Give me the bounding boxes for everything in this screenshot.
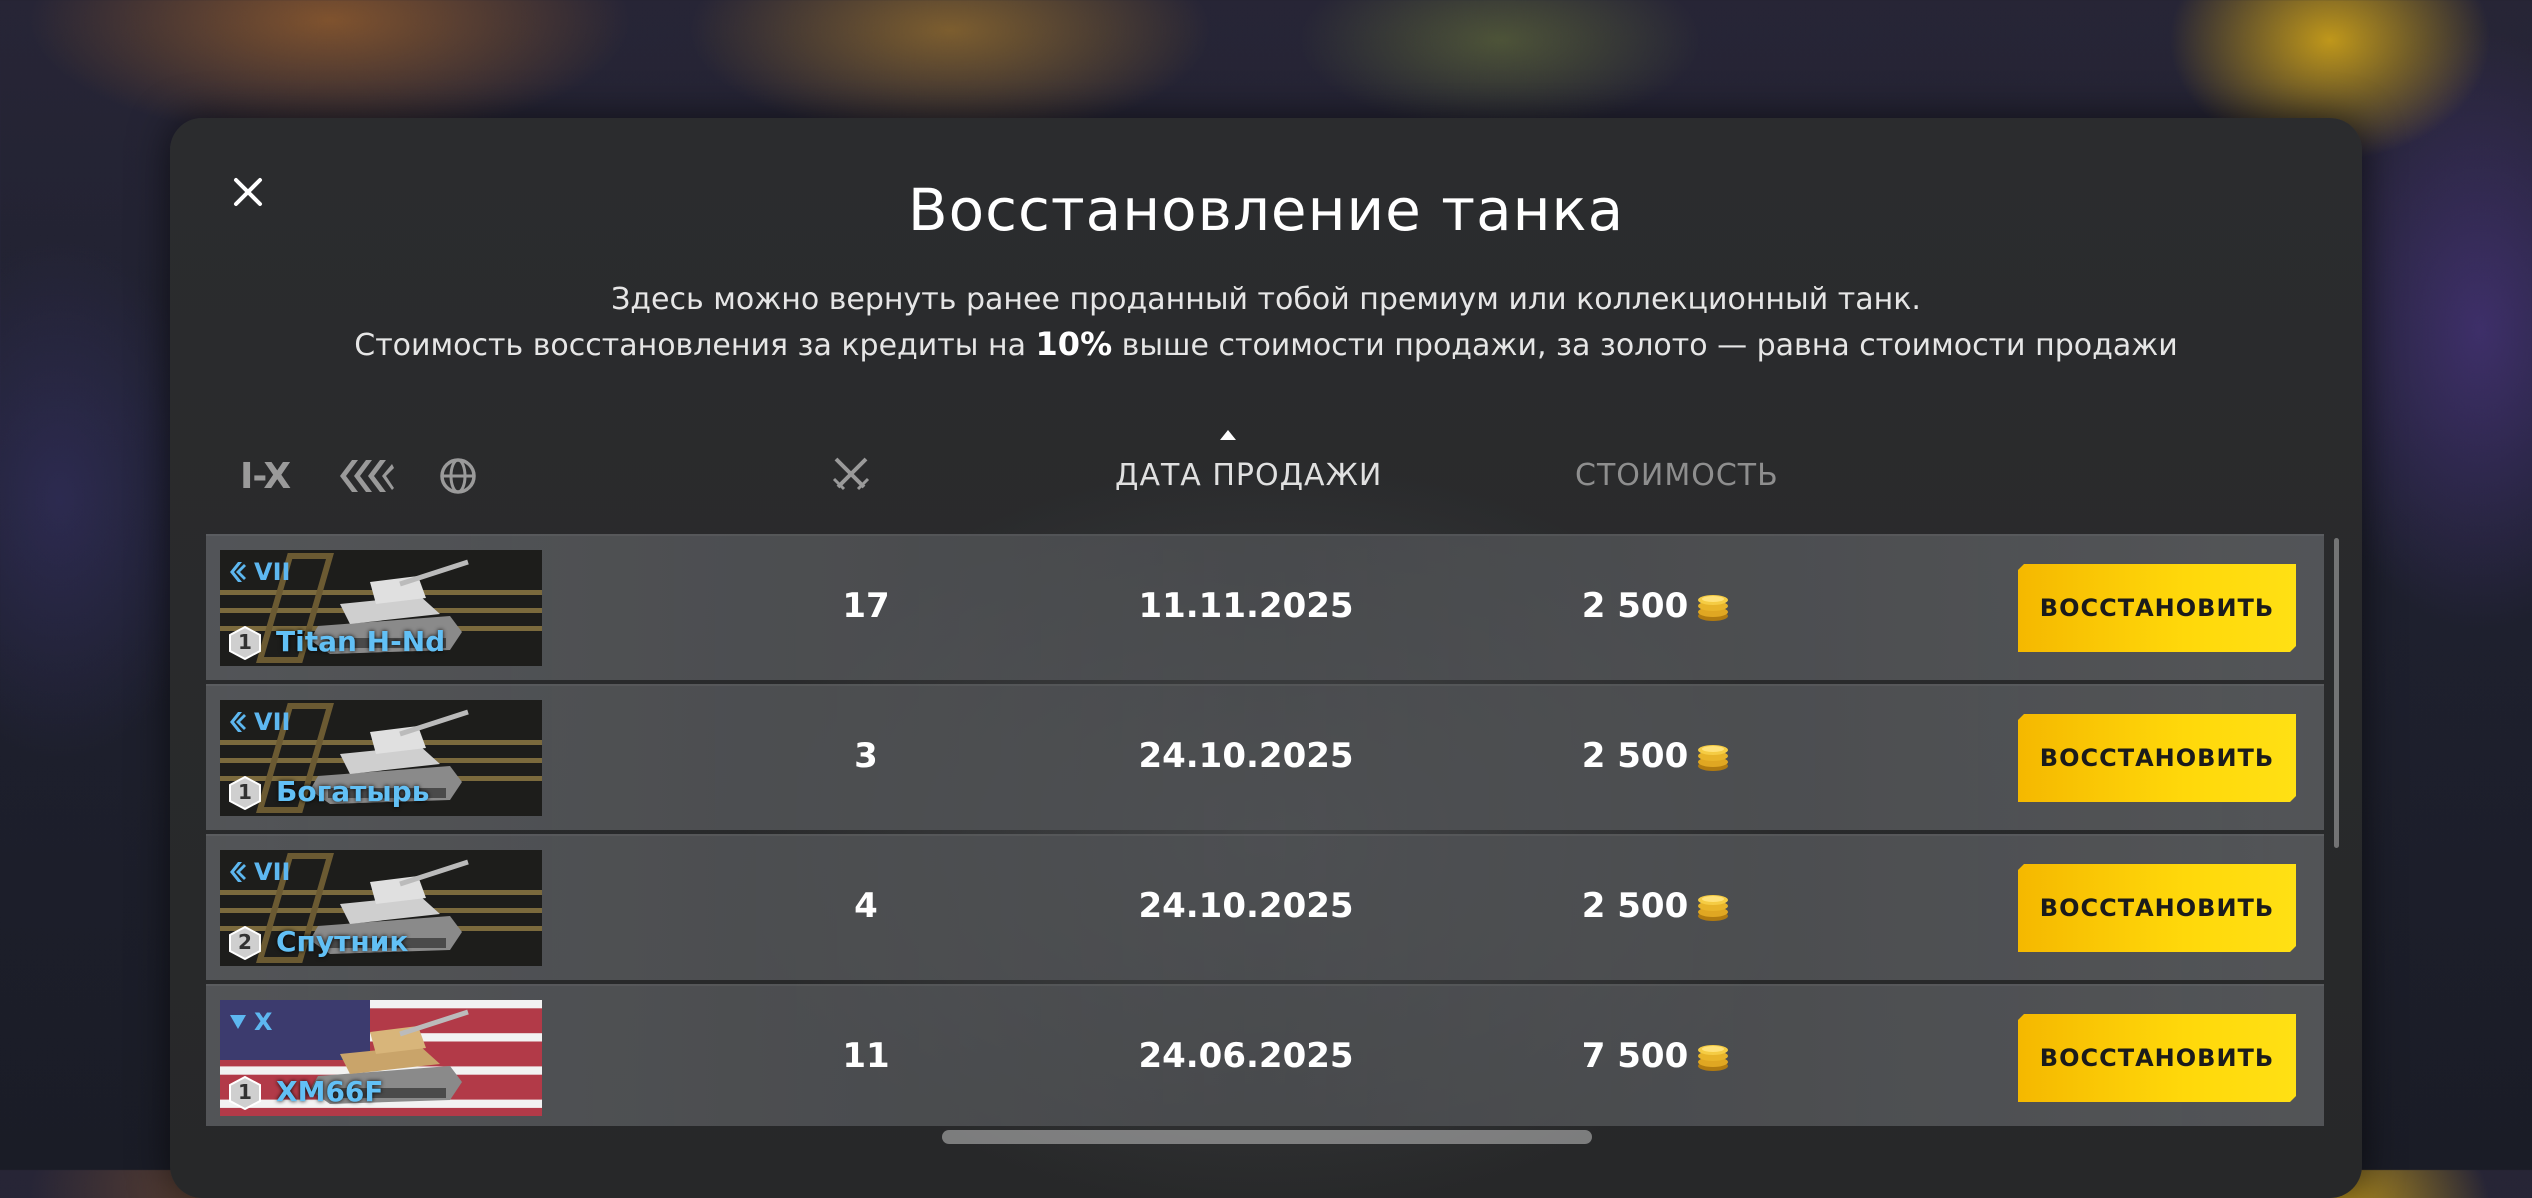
tank-thumbnail[interactable]: VII 2 Спутник bbox=[220, 850, 542, 966]
gold-coins-icon bbox=[1698, 595, 1729, 621]
tank-row: VII 2 Спутник 4 24.10.2025 2 500 ВОССТАН… bbox=[206, 834, 2324, 980]
mastery-badge: 1 bbox=[228, 625, 262, 661]
sale-date: 24.10.2025 bbox=[1138, 736, 1354, 776]
restore-button[interactable]: ВОССТАНОВИТЬ bbox=[2018, 1014, 2296, 1102]
tank-row: X 1 XM66F 11 24.06.2025 7 500 ВОССТАНОВИ… bbox=[206, 984, 2324, 1126]
tank-tier: VII bbox=[228, 858, 290, 886]
restore-button[interactable]: ВОССТАНОВИТЬ bbox=[2018, 714, 2296, 802]
filter-bar: I-X bbox=[240, 448, 478, 504]
mastery-badge: 1 bbox=[228, 775, 262, 811]
battles-count: 3 bbox=[854, 736, 878, 776]
description-text: Стоимость восстановления за кредиты на bbox=[354, 328, 1036, 363]
gold-coins-icon bbox=[1698, 895, 1729, 921]
cost-value: 2 500 bbox=[1581, 886, 1689, 926]
tank-name: XM66F bbox=[276, 1075, 384, 1108]
tier-label: VII bbox=[254, 708, 291, 736]
tank-destroyer-icon bbox=[230, 1015, 246, 1029]
cost-column-header[interactable]: СТОИМОСТЬ bbox=[1575, 458, 1779, 493]
date-column-header[interactable]: ДАТА ПРОДАЖИ bbox=[1115, 458, 1382, 493]
cost-value: 7 500 bbox=[1581, 1036, 1689, 1076]
battles-count: 17 bbox=[842, 586, 890, 626]
battles-count: 4 bbox=[854, 886, 878, 926]
description-line-2: Стоимость восстановления за кредиты на 1… bbox=[170, 322, 2362, 368]
gold-coins-icon bbox=[1698, 1045, 1729, 1071]
description-line-1: Здесь можно вернуть ранее проданный тобо… bbox=[611, 282, 1921, 317]
tank-tier: VII bbox=[228, 558, 290, 586]
restore-button[interactable]: ВОССТАНОВИТЬ bbox=[2018, 864, 2296, 952]
restore-cost: 7 500 bbox=[1546, 1036, 1766, 1076]
tank-row: VII 1 Богатырь 3 24.10.2025 2 500 ВОССТА… bbox=[206, 684, 2324, 830]
medium-tank-icon bbox=[230, 562, 246, 582]
tank-name: Titan H-Nd bbox=[276, 625, 446, 658]
dialog-description: Здесь можно вернуть ранее проданный тобо… bbox=[170, 278, 2362, 368]
tier-filter[interactable]: I-X bbox=[240, 456, 291, 497]
tank-name: Богатырь bbox=[276, 775, 430, 808]
tier-label: VII bbox=[254, 858, 291, 886]
restore-button[interactable]: ВОССТАНОВИТЬ bbox=[2018, 564, 2296, 652]
medium-tank-icon bbox=[230, 862, 246, 882]
home-indicator[interactable] bbox=[942, 1130, 1592, 1144]
mastery-badge: 1 bbox=[228, 1075, 262, 1111]
gold-coins-icon bbox=[1698, 745, 1729, 771]
tank-row: VII 1 Titan H-Nd 17 11.11.2025 2 500 ВОС… bbox=[206, 534, 2324, 680]
tier-label: VII bbox=[254, 558, 291, 586]
sort-ascending-icon bbox=[1220, 430, 1236, 440]
restore-tank-dialog: Восстановление танка Здесь можно вернуть… bbox=[170, 118, 2362, 1198]
restore-cost: 2 500 bbox=[1546, 736, 1766, 776]
tank-name: Спутник bbox=[276, 925, 409, 958]
mastery-badge: 2 bbox=[228, 925, 262, 961]
tank-tier: VII bbox=[228, 708, 290, 736]
tank-thumbnail[interactable]: VII 1 Titan H-Nd bbox=[220, 550, 542, 666]
globe-icon[interactable] bbox=[438, 456, 478, 496]
restore-cost: 2 500 bbox=[1546, 886, 1766, 926]
crossed-swords-icon[interactable] bbox=[830, 453, 872, 495]
description-percent: 10% bbox=[1035, 325, 1113, 363]
tank-list: VII 1 Titan H-Nd 17 11.11.2025 2 500 ВОС… bbox=[206, 534, 2324, 1126]
tank-tier: X bbox=[228, 1008, 273, 1036]
description-text: выше стоимости продажи, за золото — равн… bbox=[1112, 328, 2178, 363]
medium-tank-icon bbox=[230, 712, 246, 732]
tank-thumbnail[interactable]: X 1 XM66F bbox=[220, 1000, 542, 1116]
list-scrollbar[interactable] bbox=[2334, 538, 2339, 848]
tank-thumbnail[interactable]: VII 1 Богатырь bbox=[220, 700, 542, 816]
cost-value: 2 500 bbox=[1581, 736, 1689, 776]
restore-cost: 2 500 bbox=[1546, 586, 1766, 626]
tier-label: X bbox=[254, 1008, 273, 1036]
sale-date: 11.11.2025 bbox=[1138, 586, 1354, 626]
sale-date: 24.10.2025 bbox=[1138, 886, 1354, 926]
dialog-title: Восстановление танка bbox=[907, 176, 1625, 244]
cost-value: 2 500 bbox=[1581, 586, 1689, 626]
vehicle-type-icon[interactable] bbox=[338, 456, 396, 496]
sale-date: 24.06.2025 bbox=[1138, 1036, 1354, 1076]
battles-count: 11 bbox=[842, 1036, 890, 1076]
